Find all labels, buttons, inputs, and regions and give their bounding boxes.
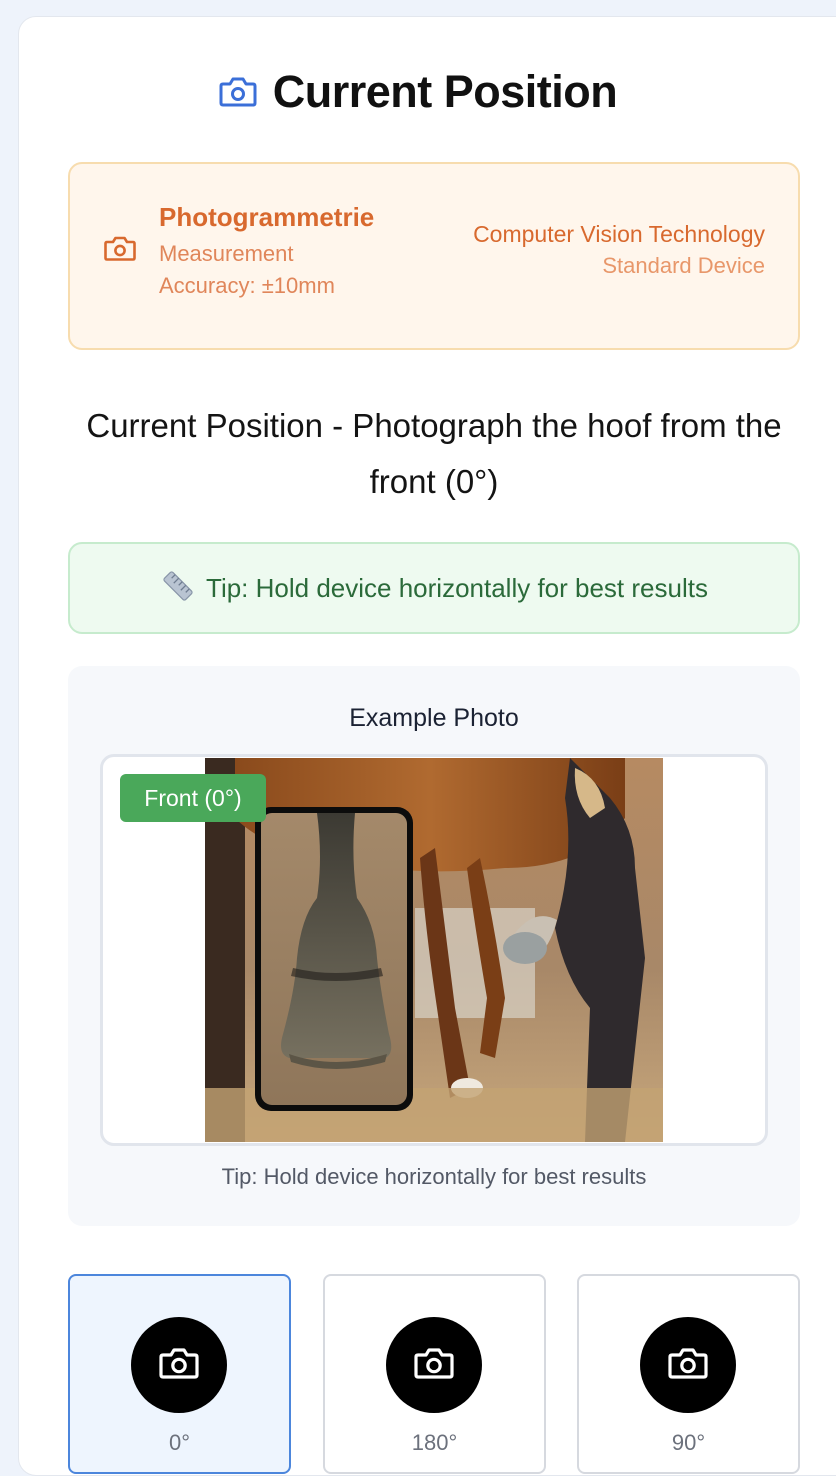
device-label: Standard Device [602,253,765,278]
technology-label: Computer Vision Technology [473,221,765,247]
method-accuracy: Measurement Accuracy: ±10mm [159,238,419,302]
example-caption: Tip: Hold device horizontally for best r… [221,1164,647,1189]
camera-icon [158,1346,200,1385]
method-info-box: Photogrammetrie Measurement Accuracy: ±1… [68,162,800,350]
ruler-icon [160,568,196,609]
angle-label: 90° [671,1430,706,1455]
angle-option-0[interactable]: 0° [68,1274,291,1474]
camera-icon [667,1346,709,1385]
camera-icon [219,76,257,108]
tip-banner: Tip: Hold device horizontally for best r… [68,542,800,634]
tip-text: Tip: Hold device horizontally for best r… [206,572,708,603]
position-instruction: Current Position - Photograph the hoof f… [86,407,782,500]
example-photo-frame: Front (0°) [100,754,768,1146]
method-name: Photogrammetrie [159,202,375,232]
camera-icon [413,1346,455,1385]
accuracy-value: Accuracy: ±10mm [159,273,335,298]
method-technology: Computer Vision Technology Standard Devi… [473,218,765,282]
page-header: Current Position [0,66,836,118]
angle-label: 0° [168,1430,191,1455]
example-photo-panel: Example Photo Front (0°) Tip: Hold devic… [68,666,800,1226]
angle-option-180[interactable]: 180° [323,1274,546,1474]
camera-button[interactable] [386,1317,482,1413]
example-title: Example Photo [349,704,519,732]
page-title: Current Position [272,66,618,117]
example-photo [205,758,663,1142]
measurement-label: Measurement [159,241,294,266]
camera-button[interactable] [131,1317,227,1413]
angle-badge: Front (0°) [120,774,266,822]
angle-label: 180° [411,1430,458,1455]
angle-option-90[interactable]: 90° [577,1274,800,1474]
camera-button[interactable] [640,1317,736,1413]
camera-icon [104,236,136,267]
